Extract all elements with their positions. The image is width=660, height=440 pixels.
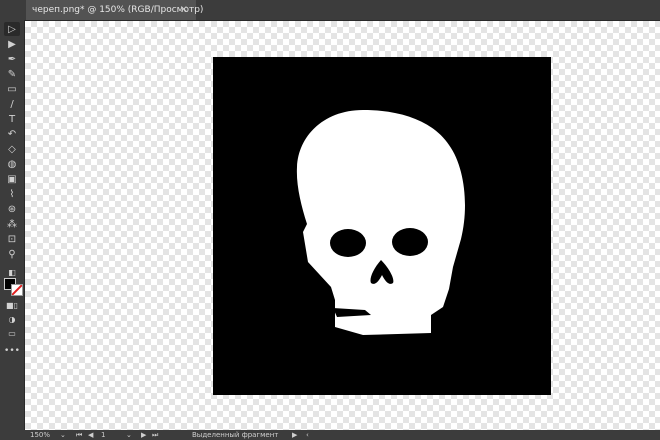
previous-artboard-icon[interactable]: ◀ <box>88 430 93 440</box>
status-options-icon[interactable]: ‹ <box>306 430 309 440</box>
rectangle-tool-icon[interactable]: ▭ <box>4 82 20 96</box>
selection-tool-icon[interactable]: ▷ <box>4 22 20 36</box>
next-artboard-icon[interactable]: ▶ <box>141 430 146 440</box>
zoom-tool-icon[interactable]: ⚲ <box>4 247 20 261</box>
first-artboard-icon[interactable]: ⏮ <box>76 430 82 440</box>
document-tab[interactable]: череп.png* @ 150% (RGB/Просмотр) × <box>26 0 203 20</box>
stroke-swatch[interactable] <box>11 284 23 296</box>
pen-tool-icon[interactable]: ✒ <box>4 52 20 66</box>
tools-panel: ▷ ▶ ✒ ✎ ▭ / T ↶ ◇ ◍ ▣ ⌇ ⊛ ⁂ ⊡ ⚲ ◧ ■▯ ◑ ▭… <box>0 20 25 430</box>
zoom-dropdown-icon[interactable]: ⌄ <box>60 430 66 440</box>
type-tool-icon[interactable]: T <box>4 112 20 126</box>
default-colors-icon[interactable]: ◧ <box>4 265 20 279</box>
status-play-icon[interactable]: ▶ <box>292 430 297 440</box>
draw-mode-icon[interactable]: ◑ <box>4 312 20 326</box>
document-tab-title: череп.png* @ 150% (RGB/Просмотр) <box>32 5 204 15</box>
artboard[interactable] <box>213 57 551 395</box>
direct-selection-tool-icon[interactable]: ▶ <box>4 37 20 51</box>
canvas-area[interactable] <box>25 21 660 430</box>
close-icon[interactable]: × <box>180 0 188 20</box>
document-tab-bar: череп.png* @ 150% (RGB/Просмотр) × <box>0 0 660 21</box>
artboard-number[interactable]: 1 <box>101 430 105 440</box>
selection-status-label: Выделенный фрагмент <box>192 431 279 439</box>
zoom-level[interactable]: 150% <box>30 430 50 440</box>
blend-tool-icon[interactable]: ⊛ <box>4 202 20 216</box>
artboard-tool-icon[interactable]: ⊡ <box>4 232 20 246</box>
last-artboard-icon[interactable]: ⏭ <box>152 430 158 440</box>
rotate-tool-icon[interactable]: ↶ <box>4 127 20 141</box>
curvature-tool-icon[interactable]: ✎ <box>4 67 20 81</box>
eyedropper-tool-icon[interactable]: ⌇ <box>4 187 20 201</box>
status-bar: 150% ⌄ ⏮ ◀ 1 ⌄ ▶ ⏭ Выделенный фрагмент ▶… <box>0 430 660 440</box>
more-tools-icon[interactable]: ••• <box>4 344 20 358</box>
shape-builder-tool-icon[interactable]: ◍ <box>4 157 20 171</box>
paintbrush-tool-icon[interactable]: / <box>4 97 20 111</box>
screen-mode-icon[interactable]: ▭ <box>4 326 20 340</box>
skull-artwork[interactable] <box>213 57 551 395</box>
eraser-tool-icon[interactable]: ◇ <box>4 142 20 156</box>
artboard-dropdown-icon[interactable]: ⌄ <box>126 430 132 440</box>
symbol-sprayer-tool-icon[interactable]: ⁂ <box>4 217 20 231</box>
gradient-tool-icon[interactable]: ▣ <box>4 172 20 186</box>
color-mode-icon[interactable]: ■▯ <box>4 298 20 312</box>
